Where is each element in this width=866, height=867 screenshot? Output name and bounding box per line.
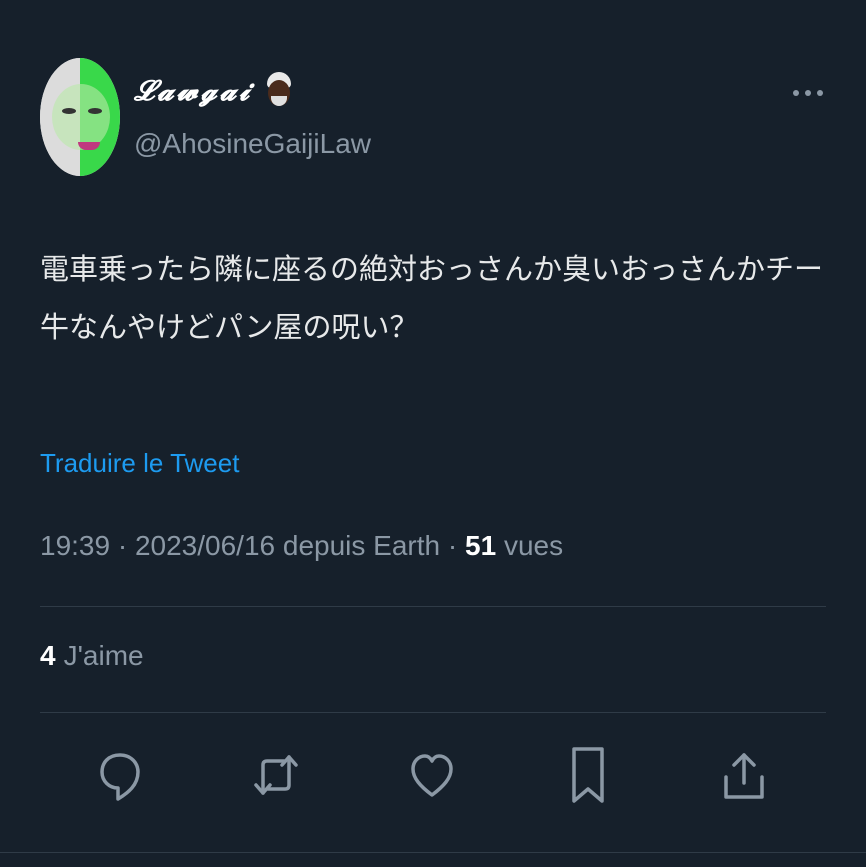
author-display-name[interactable]: 𝓛𝓪𝔀𝓰𝓪𝓲 [134,74,252,108]
bookmark-icon [572,747,604,803]
tweet-date[interactable]: 2023/06/16 [135,530,275,561]
likes-label: J'aime [63,640,144,671]
retweet-icon [254,755,298,795]
avatar-eye [88,108,102,114]
divider [40,712,826,713]
bookmark-button[interactable] [566,744,610,806]
share-icon [724,753,764,799]
meta-separator: · [110,530,135,561]
bottom-divider [0,852,866,867]
divider [40,606,826,607]
meta-separator: · [440,530,465,561]
author-name-row[interactable]: 𝓛𝓪𝔀𝓰𝓪𝓲 [134,72,296,110]
share-button[interactable] [722,744,766,806]
tweet-time[interactable]: 19:39 [40,530,110,561]
likes-summary[interactable]: 4 J'aime [40,640,144,672]
avatar-face [52,84,110,150]
views-count: 51 [465,530,497,561]
reply-icon [100,753,140,801]
tweet-text: 電車乗ったら隣に座るの絶対おっさんか臭いおっさんかチー牛なんやけどパン屋の呪い？ [40,252,824,344]
tweet-source: depuis Earth [282,530,441,561]
tweet-meta: 19:39 · 2023/06/16 depuis Earth · 51 vue… [40,530,563,562]
old-man-emoji-icon [262,72,296,110]
views-label: vues [503,530,564,561]
avatar-eye [62,108,76,114]
retweet-button[interactable] [254,744,298,806]
author-handle[interactable]: @AhosineGaijiLaw [134,128,371,160]
like-button[interactable] [410,744,454,806]
likes-count: 4 [40,640,56,671]
reply-button[interactable] [98,744,142,806]
avatar[interactable] [40,58,120,176]
translate-tweet-link[interactable]: Traduire le Tweet [40,448,239,479]
more-icon[interactable] [790,84,826,104]
heart-icon [411,754,453,797]
